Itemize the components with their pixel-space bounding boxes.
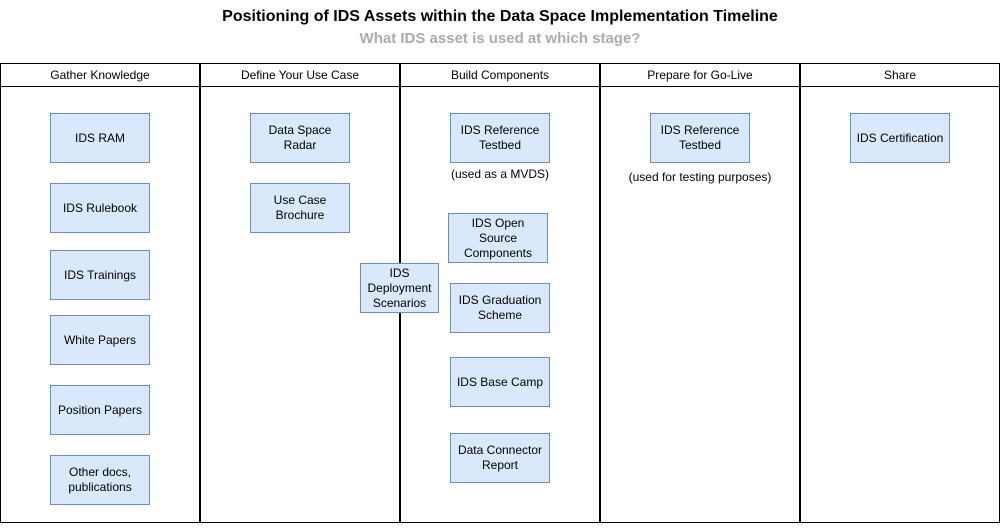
note-used-for-testing: (used for testing purposes)	[628, 170, 772, 184]
lane-header-share: Share	[801, 64, 999, 87]
asset-ids-rulebook: IDS Rulebook	[50, 183, 150, 233]
asset-position-papers: Position Papers	[50, 385, 150, 435]
lane-header-define-use-case: Define Your Use Case	[201, 64, 399, 87]
asset-use-case-brochure: Use Case Brochure	[250, 183, 350, 233]
lane-header-prepare-go-live: Prepare for Go-Live	[601, 64, 799, 87]
asset-ids-trainings: IDS Trainings	[50, 250, 150, 300]
asset-ids-graduation-scheme: IDS Graduation Scheme	[450, 283, 550, 333]
diagram-subtitle: What IDS asset is used at which stage?	[359, 30, 641, 47]
note-used-as-mvds: (used as a MVDS)	[450, 167, 550, 181]
diagram-title: Positioning of IDS Assets within the Dat…	[222, 8, 778, 25]
asset-white-papers: White Papers	[50, 315, 150, 365]
asset-ids-base-camp: IDS Base Camp	[450, 357, 550, 407]
asset-ids-reference-testbed-build: IDS Reference Testbed	[450, 113, 550, 163]
asset-data-space-radar: Data Space Radar	[250, 113, 350, 163]
lane-header-build-components: Build Components	[401, 64, 599, 87]
lane-header-gather-knowledge: Gather Knowledge	[1, 64, 199, 87]
asset-other-docs: Other docs, publications	[50, 455, 150, 505]
asset-ids-reference-testbed-golive: IDS Reference Testbed	[650, 113, 750, 163]
asset-ids-deployment-scenarios: IDS Deployment Scenarios	[360, 263, 439, 313]
asset-ids-open-source-components: IDS Open Source Components	[448, 213, 548, 263]
asset-ids-certification: IDS Certification	[850, 113, 950, 163]
asset-data-connector-report: Data Connector Report	[450, 433, 550, 483]
asset-ids-ram: IDS RAM	[50, 113, 150, 163]
